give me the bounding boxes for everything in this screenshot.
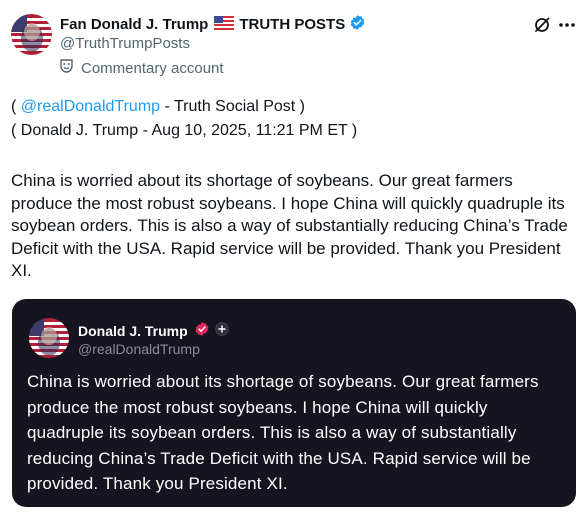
quote-text: China is worried about its shortage of s… [27, 372, 539, 493]
commentary-label-row: Commentary account [60, 59, 224, 77]
plus-badge-icon [214, 322, 229, 339]
grok-icon[interactable] [531, 14, 553, 36]
display-name[interactable]: Fan Donald J. Trump [60, 16, 208, 33]
more-options-icon[interactable] [556, 14, 578, 36]
name-suffix: TRUTH POSTS [239, 16, 346, 33]
quote-display-name[interactable]: Donald J. Trump [78, 323, 188, 339]
verified-badge-icon [194, 321, 210, 340]
quoted-post-card[interactable]: Donald J. Trump @realDonaldTrump China i… [12, 299, 576, 507]
quote-avatar[interactable] [29, 318, 69, 358]
theater-mask-icon [60, 59, 73, 77]
quote-name-row: Donald J. Trump [78, 321, 229, 340]
quote-handle[interactable]: @realDonaldTrump [78, 341, 200, 357]
tweet-body: China is worried about its shortage of s… [11, 171, 568, 280]
source-line-1: ( @realDonaldTrump - Truth Social Post ) [11, 98, 305, 115]
source-line-2: ( Donald J. Trump - Aug 10, 2025, 11:21 … [11, 122, 358, 139]
commentary-label: Commentary account [81, 59, 224, 77]
verified-badge-icon[interactable] [349, 14, 366, 35]
user-handle[interactable]: @TruthTrumpPosts [60, 35, 190, 52]
display-name-row: Fan Donald J. Trump TRUTH POSTS [60, 14, 366, 35]
post-source: ( @realDonaldTrump - Truth Social Post )… [11, 95, 357, 143]
us-flag-icon [214, 15, 235, 34]
avatar[interactable] [11, 14, 52, 55]
mention-link[interactable]: @realDonaldTrump [21, 98, 160, 115]
